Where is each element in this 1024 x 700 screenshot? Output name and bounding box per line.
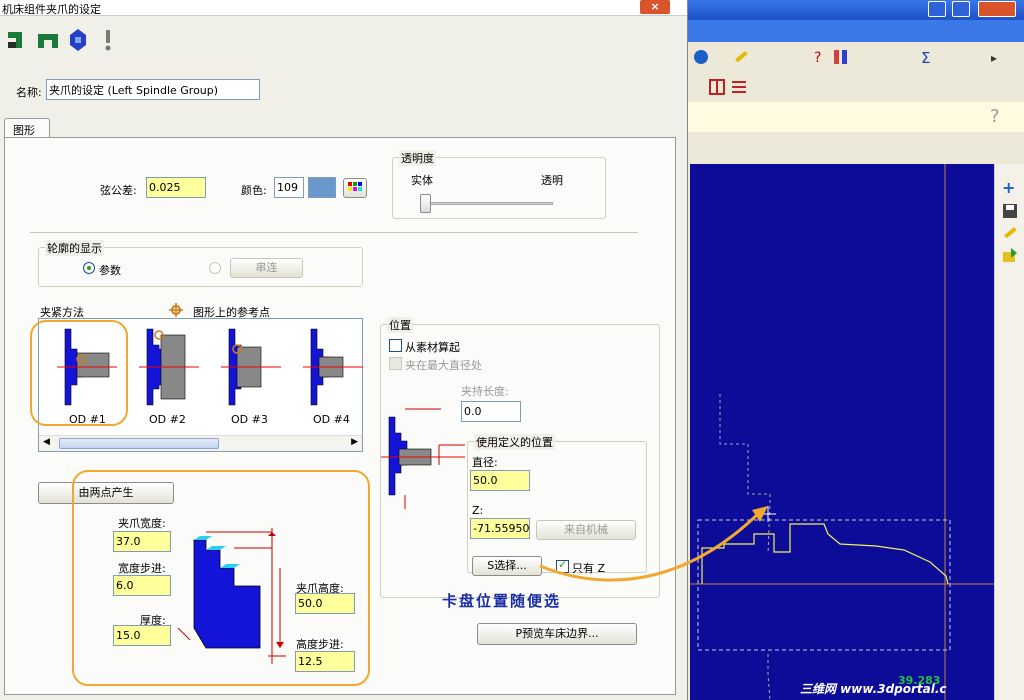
warning-icon[interactable] bbox=[96, 28, 120, 52]
od2-label: OD #2 bbox=[149, 413, 186, 426]
clamp-length-label: 夹持长度: bbox=[461, 385, 509, 398]
arrow-right-icon[interactable]: ▸ bbox=[988, 48, 1006, 66]
side-toolbar: + bbox=[994, 164, 1024, 700]
profile-display-group: 轮廓的显示 参数 串连 bbox=[38, 240, 363, 287]
crosshair-icon bbox=[169, 303, 183, 317]
from-machine-button[interactable]: 来自机械 bbox=[536, 520, 636, 540]
od3-diagram bbox=[221, 328, 281, 406]
only-z-label: 只有 Z bbox=[572, 562, 606, 575]
max-dia-label: 夹在最大直径处 bbox=[405, 359, 482, 372]
from-stock-checkbox[interactable] bbox=[389, 339, 402, 352]
chain-button[interactable]: 串连 bbox=[230, 258, 303, 278]
tailstock-icon[interactable] bbox=[36, 28, 60, 52]
app-menubar bbox=[688, 20, 1024, 42]
plus-icon[interactable]: + bbox=[1002, 178, 1015, 197]
divider bbox=[30, 232, 638, 233]
scroll-thumb[interactable] bbox=[59, 438, 219, 449]
clamp-option-od3[interactable]: OD #3 bbox=[207, 323, 283, 427]
position-diagram bbox=[381, 408, 465, 509]
minimize-button[interactable] bbox=[928, 1, 946, 17]
sigma-icon[interactable]: Σ bbox=[918, 48, 936, 66]
annotation-caption: 卡盘位置随便选 bbox=[442, 592, 562, 610]
scroll-left-icon[interactable]: ◀ bbox=[43, 437, 50, 447]
preview-boundary-button[interactable]: P预览车床边界... bbox=[477, 623, 637, 645]
color-label: 颜色: bbox=[241, 184, 267, 197]
help-icon[interactable]: ? bbox=[810, 48, 828, 66]
check-icon: ✓ bbox=[558, 558, 568, 571]
diameter-label: 直径: bbox=[472, 456, 498, 469]
diameter-input[interactable] bbox=[470, 470, 530, 491]
only-z-checkbox[interactable]: ✓ bbox=[556, 558, 569, 573]
position-group: 位置 从素材算起 夹在最大直径处 夹持长度: 使用定义的位置 直径: Z: 来自… bbox=[380, 317, 660, 598]
title-bar: 机床组件夹爪的设定 bbox=[0, 0, 687, 16]
palette-icon bbox=[348, 182, 362, 191]
svg-text:?: ? bbox=[814, 50, 821, 66]
transparency-title: 透明度 bbox=[399, 150, 436, 166]
clamp-option-od2[interactable]: OD #2 bbox=[125, 323, 201, 427]
chuck-jaw-icon[interactable] bbox=[6, 28, 30, 52]
profile-title: 轮廓的显示 bbox=[45, 240, 104, 256]
save-icon[interactable] bbox=[1001, 202, 1019, 220]
name-input[interactable] bbox=[46, 79, 260, 100]
max-dia-checkbox[interactable] bbox=[389, 357, 402, 370]
dialog-title: 机床组件夹爪的设定 bbox=[2, 3, 101, 16]
transparency-slider[interactable] bbox=[420, 194, 431, 213]
solid-label: 实体 bbox=[411, 174, 433, 187]
toolbar-row-1: ? Σ ▸ bbox=[688, 42, 1024, 72]
param-radio[interactable] bbox=[83, 262, 95, 274]
scroll-right-icon[interactable]: ▶ bbox=[351, 437, 358, 447]
annotation-circle-od1 bbox=[30, 320, 128, 426]
toolbar-row-3: ? bbox=[688, 102, 1024, 132]
color-number-input[interactable] bbox=[274, 177, 304, 198]
param-label: 参数 bbox=[99, 264, 121, 277]
transparency-track bbox=[423, 202, 553, 205]
horizontal-scrollbar[interactable]: ◀ ▶ bbox=[39, 435, 362, 451]
tolerance-input[interactable] bbox=[146, 177, 206, 198]
svg-text:▸: ▸ bbox=[991, 51, 997, 65]
position-title: 位置 bbox=[387, 317, 413, 333]
watermark: 三维网 www.3dportal.c bbox=[800, 682, 947, 696]
transparent-label: 透明 bbox=[541, 174, 563, 187]
clamp-length-input[interactable] bbox=[461, 401, 521, 422]
z-input[interactable] bbox=[470, 518, 530, 539]
from-stock-label: 从素材算起 bbox=[405, 341, 460, 354]
steady-rest-icon[interactable] bbox=[66, 28, 90, 52]
select-button[interactable]: S选择... bbox=[472, 556, 542, 576]
od2-diagram bbox=[139, 328, 199, 406]
analyze-icon[interactable] bbox=[832, 48, 850, 66]
od3-label: OD #3 bbox=[231, 413, 268, 426]
sphere-icon[interactable] bbox=[692, 48, 710, 66]
toolbar-row-2 bbox=[688, 72, 1024, 102]
color-palette-button[interactable] bbox=[343, 178, 367, 198]
tolerance-label: 弦公差: bbox=[100, 184, 137, 197]
z-label: Z: bbox=[472, 504, 484, 517]
disabled-help-icon[interactable]: ? bbox=[990, 106, 1000, 127]
close-button[interactable]: × bbox=[640, 0, 670, 14]
annotation-frame-dimensions bbox=[72, 470, 370, 686]
chuck-jaw-settings-dialog: 机床组件夹爪的设定 名称: 图形 弦公差: 颜色: 透明度 实体 透明 bbox=[0, 0, 688, 700]
user-position-title: 使用定义的位置 bbox=[474, 434, 555, 450]
grid-icon[interactable] bbox=[708, 78, 726, 96]
name-label: 名称: bbox=[16, 86, 42, 99]
tab-graphics[interactable]: 图形 bbox=[4, 118, 50, 138]
user-position-group: 使用定义的位置 直径: Z: 来自机械 S选择... ✓ 只有 Z bbox=[467, 434, 647, 576]
tab-graphics-label: 图形 bbox=[13, 124, 35, 137]
od4-label: OD #4 bbox=[313, 413, 350, 426]
clamp-option-od4[interactable]: OD #4 bbox=[289, 323, 365, 427]
export-icon[interactable] bbox=[1001, 246, 1019, 264]
restore-button[interactable] bbox=[952, 1, 970, 17]
svg-text:Σ: Σ bbox=[921, 49, 930, 66]
od4-diagram bbox=[303, 328, 363, 406]
transparency-group: 透明度 实体 透明 bbox=[392, 150, 606, 219]
edit-icon[interactable] bbox=[1001, 224, 1019, 242]
toolpath-drawing bbox=[690, 164, 994, 700]
color-swatch bbox=[308, 177, 336, 198]
pencil-icon[interactable] bbox=[732, 48, 750, 66]
app-titlebar bbox=[688, 0, 1024, 20]
graphics-viewport[interactable]: 39.283 bbox=[690, 164, 994, 700]
app-close-button[interactable] bbox=[978, 1, 1016, 17]
chain-radio[interactable] bbox=[209, 262, 221, 274]
list-icon[interactable] bbox=[730, 78, 748, 96]
